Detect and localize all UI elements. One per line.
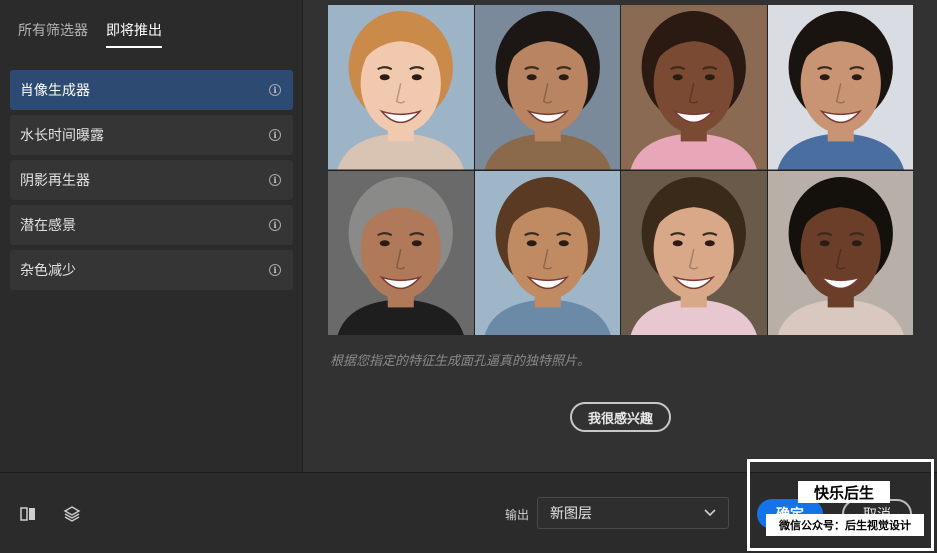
tab-all-filters[interactable]: 所有筛选器 (18, 20, 88, 48)
filter-item-latent-scene[interactable]: 潜在感景 i (10, 205, 293, 245)
filter-sidebar: 所有筛选器 即将推出 肖像生成器 i 水长时间曝露 i 阴影再生器 i 潜在感景… (0, 0, 303, 472)
info-icon[interactable]: i (269, 129, 281, 141)
layers-icon[interactable] (63, 505, 81, 523)
info-icon[interactable]: i (269, 219, 281, 231)
portrait-image (767, 170, 913, 335)
interested-button[interactable]: 我很感兴趣 (570, 402, 671, 432)
portrait-image (328, 170, 474, 335)
cancel-button[interactable]: 取消 (842, 499, 912, 529)
bottom-bar: 输出 新图层 确定 取消 (0, 472, 937, 553)
filter-item-label: 杂色减少 (20, 263, 76, 279)
filter-item-label: 阴影再生器 (20, 173, 90, 189)
sidebar-tabs: 所有筛选器 即将推出 (18, 20, 162, 48)
output-select[interactable]: 新图层 (537, 497, 729, 529)
filter-item-noise-reduction[interactable]: 杂色减少 i (10, 250, 293, 290)
filter-list: 肖像生成器 i 水长时间曝露 i 阴影再生器 i 潜在感景 i 杂色减少 i (10, 70, 293, 295)
portrait-image (767, 5, 913, 170)
tab-coming-soon[interactable]: 即将推出 (106, 20, 162, 48)
portrait-image (474, 5, 620, 170)
filter-item-long-exposure[interactable]: 水长时间曝露 i (10, 115, 293, 155)
chevron-down-icon (704, 509, 716, 517)
ok-button[interactable]: 确定 (757, 499, 823, 529)
info-icon[interactable]: i (269, 174, 281, 186)
filter-item-label: 潜在感景 (20, 218, 76, 234)
filter-item-shadow-regenerator[interactable]: 阴影再生器 i (10, 160, 293, 200)
filter-item-label: 水长时间曝露 (20, 128, 104, 144)
portrait-image (621, 5, 767, 170)
output-label: 输出 (505, 508, 530, 522)
filter-description: 根据您指定的特征生成面孔逼真的独特照片。 (330, 354, 591, 369)
filter-item-label: 肖像生成器 (20, 83, 90, 99)
portrait-grid (328, 5, 913, 335)
preview-panel: 根据您指定的特征生成面孔逼真的独特照片。 我很感兴趣 (304, 0, 937, 472)
output-select-value: 新图层 (550, 506, 592, 522)
info-icon[interactable]: i (269, 264, 281, 276)
filter-item-portrait-generator[interactable]: 肖像生成器 i (10, 70, 293, 110)
info-icon[interactable]: i (269, 84, 281, 96)
portrait-image (474, 170, 620, 335)
compare-icon[interactable] (19, 505, 37, 523)
portrait-image (328, 5, 474, 170)
portrait-image (621, 170, 767, 335)
